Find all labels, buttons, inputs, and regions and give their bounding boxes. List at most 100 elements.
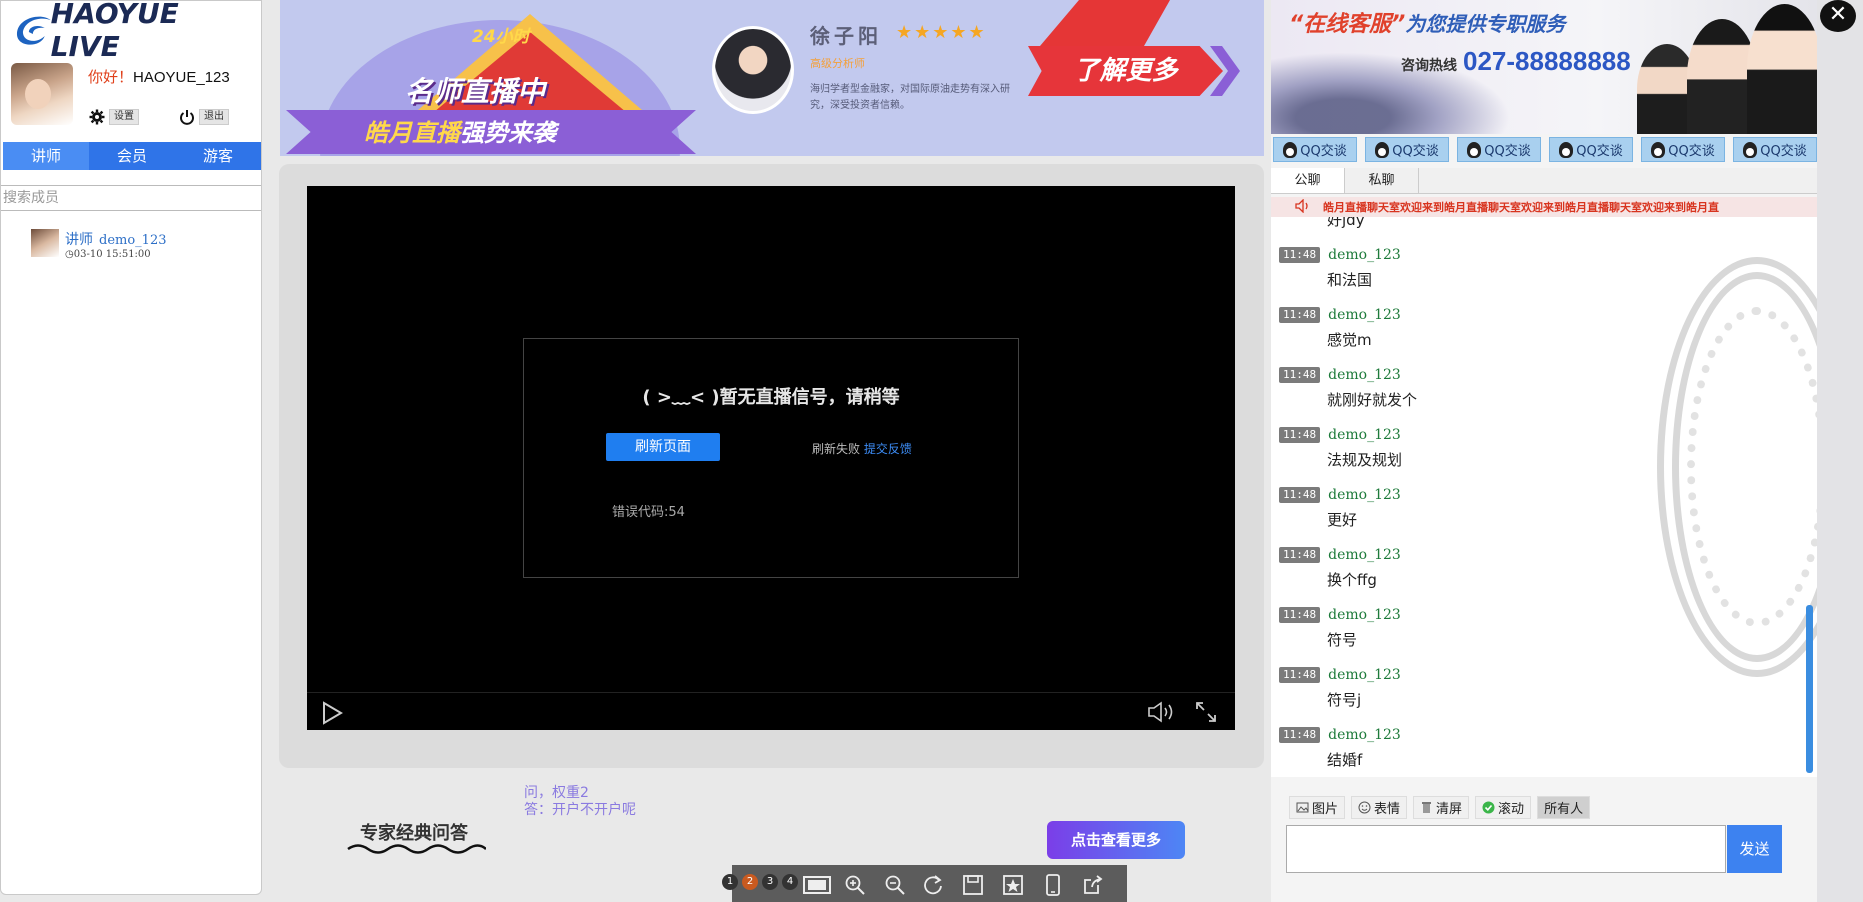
qq-chat-button[interactable]: QQ交谈	[1733, 137, 1817, 162]
mobile-icon[interactable]	[1042, 874, 1064, 896]
bookmark-icon[interactable]	[1002, 874, 1024, 896]
qq-chat-button[interactable]: QQ交谈	[1457, 137, 1541, 162]
zoom-in-icon[interactable]	[844, 874, 866, 896]
chat-messages[interactable]: 好jdy 11:48 demo_123 和法国 11:48 demo_123 感觉m 1…	[1271, 217, 1817, 777]
service-headline-b: 为您提供专职服务	[1405, 12, 1566, 36]
qq-penguin-icon	[1375, 141, 1390, 158]
message-time: 11:48	[1279, 307, 1321, 323]
message-user[interactable]: demo_123	[1328, 667, 1401, 683]
message-user[interactable]: demo_123	[1328, 367, 1401, 383]
chat-message: 11:48 demo_123 符号j	[1279, 667, 1401, 710]
zoom-out-icon[interactable]	[884, 874, 906, 896]
wave-decoration-icon	[347, 844, 486, 854]
emoji-button[interactable]: 表情	[1351, 795, 1408, 819]
tab-private-chat[interactable]: 私聊	[1345, 168, 1419, 193]
logo-mark-icon	[16, 16, 51, 45]
logo-text-a: HAOYUE	[50, 0, 179, 30]
logo-text-b: LIVE	[50, 30, 120, 63]
emoji-label: 表情	[1374, 801, 1401, 817]
message-user[interactable]: demo_123	[1328, 727, 1401, 743]
screen-icon[interactable]	[802, 874, 832, 896]
video-player[interactable]: ( >﹏< )暂无直播信号，请稍等 刷新页面 刷新失败 提交反馈 错误代码:54	[307, 186, 1235, 730]
message-user[interactable]: demo_123	[1328, 487, 1401, 503]
message-text: 和法国	[1327, 271, 1373, 289]
banner-slogan-b: 强势来袭	[460, 119, 556, 147]
image-icon	[1296, 802, 1309, 812]
page-dot[interactable]: 1	[722, 874, 738, 890]
fullscreen-icon[interactable]	[1195, 701, 1217, 723]
search-input[interactable]: 搜索成员	[1, 185, 261, 211]
clear-label: 清屏	[1436, 801, 1463, 817]
power-icon	[180, 110, 194, 125]
gear-icon	[89, 109, 105, 125]
recipient-select[interactable]: 所有人	[1537, 795, 1591, 819]
avatar[interactable]	[11, 63, 73, 125]
banner-hours: 24小时	[472, 27, 530, 47]
qq-chat-button[interactable]: QQ交谈	[1641, 137, 1725, 162]
agents-photo	[1617, 0, 1817, 134]
refresh-fail-text: 刷新失败 提交反馈	[812, 440, 912, 457]
banner-slogan: 皓月直播强势来袭	[364, 113, 556, 148]
tab-lecturer[interactable]: 讲师	[3, 142, 89, 170]
chat-panel: “在线客服”为您提供专职服务 咨询热线 027-88888888 QQ交谈 QQ交…	[1271, 0, 1817, 902]
player-controls	[307, 692, 1235, 730]
qq-chat-button[interactable]: QQ交谈	[1273, 137, 1357, 162]
page-dot[interactable]: 2	[742, 874, 758, 890]
qa-question: 问，权重2	[524, 785, 589, 801]
close-icon[interactable]: ✕	[1820, 0, 1856, 32]
message-user[interactable]: demo_123	[1328, 247, 1401, 263]
logo: HAOYUE LIVE	[11, 0, 256, 63]
list-item[interactable]: 讲师 demo_123 ◷03-10 15:51:00	[31, 229, 166, 260]
qq-label: QQ交谈	[1484, 144, 1531, 159]
share-icon[interactable]	[1082, 874, 1104, 896]
message-user[interactable]: demo_123	[1328, 307, 1401, 323]
qq-chat-button[interactable]: QQ交谈	[1549, 137, 1633, 162]
ornament-decoration-inner	[1687, 307, 1817, 627]
message-time: 11:48	[1279, 607, 1321, 623]
logout-button[interactable]: 退出	[179, 109, 229, 125]
volume-icon[interactable]	[1147, 701, 1177, 723]
play-icon[interactable]	[321, 701, 343, 725]
qq-penguin-icon	[1559, 141, 1574, 158]
no-signal-message: ( >﹏< )暂无直播信号，请稍等	[642, 387, 900, 408]
page-dot[interactable]: 3	[762, 874, 778, 890]
fail-label: 刷新失败	[812, 442, 861, 456]
qq-chat-button[interactable]: QQ交谈	[1365, 137, 1449, 162]
qq-label: QQ交谈	[1668, 144, 1715, 159]
clear-screen-button[interactable]: 清屏	[1413, 795, 1470, 819]
autoscroll-toggle[interactable]: 滚动	[1475, 795, 1532, 819]
greeting: 你好！HAOYUE_123	[88, 66, 230, 87]
save-icon[interactable]	[962, 874, 984, 896]
message-user[interactable]: demo_123	[1328, 547, 1401, 563]
page-dot[interactable]: 4	[782, 874, 798, 890]
chat-message: 11:48 demo_123 换个ffg	[1279, 547, 1401, 590]
clock-icon: ◷	[65, 249, 74, 260]
message-text: 结婚f	[1327, 751, 1363, 769]
refresh-button[interactable]: 刷新页面	[606, 433, 720, 461]
hotline-label: 咨询热线	[1401, 57, 1457, 73]
learn-more-button[interactable]: 了解更多	[1028, 46, 1223, 96]
message-time: 11:48	[1279, 367, 1321, 383]
message-text: 感觉m	[1327, 331, 1372, 349]
username: HAOYUE_123	[133, 69, 230, 86]
member-avatar	[31, 229, 59, 257]
qa-item[interactable]: 问，权重2 答：开户不开户呢	[524, 785, 636, 819]
tab-guests[interactable]: 游客	[175, 142, 261, 170]
tab-members[interactable]: 会员	[89, 142, 175, 170]
member-tabs: 讲师 会员 游客	[3, 142, 261, 170]
scroll-label: 滚动	[1498, 801, 1525, 817]
send-button[interactable]: 发送	[1727, 825, 1782, 873]
feedback-link[interactable]: 提交反馈	[864, 442, 912, 456]
message-user[interactable]: demo_123	[1328, 427, 1401, 443]
tab-public-chat[interactable]: 公聊	[1271, 168, 1345, 193]
chat-scrollbar[interactable]	[1806, 605, 1813, 773]
message-user[interactable]: demo_123	[1328, 607, 1401, 623]
chat-input[interactable]	[1286, 825, 1726, 873]
promo-banner[interactable]: 24小时 名师直播中 皓月直播强势来袭 徐子阳 ★★★★★ 高级分析师 海归学者…	[280, 0, 1264, 156]
settings-button[interactable]: 设置	[89, 109, 139, 125]
image-button[interactable]: 图片	[1289, 795, 1346, 819]
qa-answer: 答：开户不开户呢	[524, 802, 636, 818]
chat-tabs: 公聊 私聊	[1271, 168, 1817, 194]
view-more-button[interactable]: 点击查看更多	[1047, 821, 1185, 859]
rotate-icon[interactable]	[922, 874, 944, 896]
